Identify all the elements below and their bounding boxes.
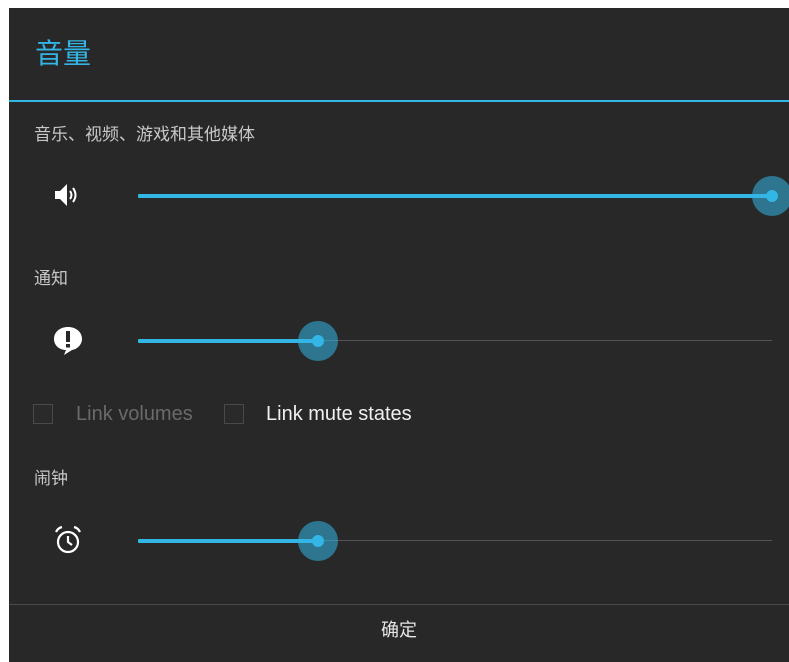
- link-volumes-checkbox[interactable]: [33, 404, 53, 424]
- notification-volume-slider[interactable]: [138, 316, 772, 366]
- alarm-volume-label: 闹钟: [34, 469, 68, 489]
- notification-slider-thumb[interactable]: [298, 321, 339, 361]
- media-volume-label: 音乐、视频、游戏和其他媒体: [34, 125, 255, 145]
- ok-button[interactable]: 确定: [9, 605, 789, 662]
- link-mute-states-label: Link mute states: [266, 403, 412, 425]
- volume-dialog: 音量 音乐、视频、游戏和其他媒体 通知 Link volumes Link mu…: [9, 8, 789, 662]
- notification-alert-icon: [51, 323, 85, 357]
- notification-slider-fill: [138, 339, 319, 343]
- notification-volume-label: 通知: [34, 269, 68, 289]
- alarm-slider-fill: [138, 539, 319, 543]
- media-slider-fill: [138, 194, 772, 198]
- alarm-clock-icon: [51, 523, 85, 557]
- media-slider-thumb[interactable]: [752, 176, 789, 216]
- link-mute-states-checkbox[interactable]: [224, 404, 244, 424]
- alarm-slider-thumb[interactable]: [298, 521, 339, 561]
- alarm-volume-slider[interactable]: [138, 516, 772, 566]
- dialog-header: 音量: [9, 8, 789, 100]
- title-divider: [9, 100, 789, 102]
- dialog-title: 音量: [35, 37, 92, 70]
- media-volume-slider[interactable]: [138, 171, 789, 221]
- link-volumes-label: Link volumes: [76, 403, 193, 425]
- speaker-volume-icon: [51, 178, 85, 212]
